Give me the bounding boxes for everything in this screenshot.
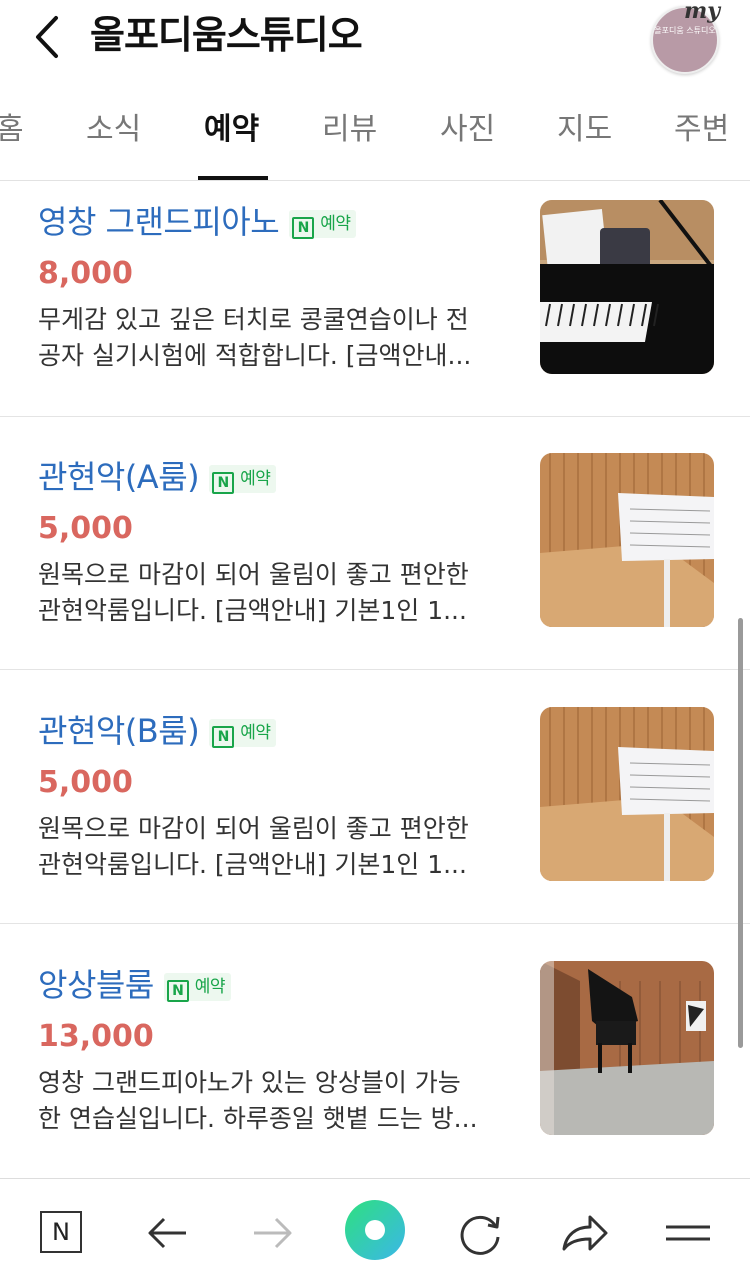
description-line: 무게감 있고 깊은 터치로 콩쿨연습이나 전: [38, 305, 469, 334]
forward-arrow-icon: [254, 1217, 292, 1249]
share-icon[interactable]: [556, 1205, 612, 1261]
back-arrow-icon[interactable]: [140, 1205, 196, 1261]
tab-reviews[interactable]: 리뷰: [322, 110, 377, 150]
item-title-text: 관현악(B룸): [38, 712, 200, 750]
music-stand-room-photo[interactable]: [540, 707, 714, 881]
badge-label: 예약: [320, 214, 351, 234]
item-title-text: 관현악(A룸): [38, 458, 200, 496]
tab-map[interactable]: 지도: [557, 110, 612, 150]
item-description: 무게감 있고 깊은 터치로 콩쿨연습이나 전 공자 실기시험에 적합합니다. […: [38, 302, 508, 374]
item-price: 8,000: [38, 256, 133, 291]
description-line: 관현악룸입니다. [금액안내] 기본1인 1...: [38, 596, 467, 625]
badge-label: 예약: [240, 469, 271, 489]
naver-home-icon[interactable]: N: [40, 1211, 82, 1253]
item-price: 5,000: [38, 511, 133, 546]
my-label[interactable]: my: [684, 0, 720, 24]
logo-text: 올포디움 스튜디오: [654, 26, 716, 35]
top-header: 올포디움스튜디오 올포디움 스튜디오 my: [0, 0, 750, 74]
description-line: 공자 실기시험에 적합합니다. [금액안내...: [38, 341, 472, 370]
description-line: 원목으로 마감이 되어 울림이 좋고 편안한: [38, 814, 469, 843]
back-chevron-icon[interactable]: [26, 12, 76, 62]
naver-n-icon: N: [212, 472, 235, 494]
item-title[interactable]: 영창 그랜드피아노 N 예약: [38, 200, 357, 244]
description-line: 원목으로 마감이 되어 울림이 좋고 편안한: [38, 560, 469, 589]
list-item[interactable]: 영창 그랜드피아노 N 예약 8,000 무게감 있고 깊은 터치로 콩쿨연습이나 …: [0, 200, 750, 417]
tab-reservation[interactable]: 예약: [204, 110, 259, 150]
description-line: 영창 그랜드피아노가 있는 앙상블이 가능: [38, 1068, 461, 1097]
bottom-toolbar: N: [0, 1178, 750, 1281]
music-stand-room-photo[interactable]: [540, 453, 714, 627]
item-description: 원목으로 마감이 되어 울림이 좋고 편안한 관현악룸입니다. [금액안내] 기…: [38, 811, 508, 883]
list-item[interactable]: 관현악(B룸) N 예약 5,000 원목으로 마감이 되어 울림이 좋고 편안한 …: [0, 707, 750, 924]
tab-bar: 홈 소식 예약 리뷰 사진 지도 주변: [0, 90, 750, 181]
menu-icon[interactable]: [660, 1205, 716, 1261]
tab-home[interactable]: 홈: [0, 110, 24, 150]
scrollbar[interactable]: [738, 618, 743, 1048]
badge-label: 예약: [194, 977, 226, 997]
item-title-text: 앙상블룸: [38, 966, 154, 1004]
list-item[interactable]: 앙상블룸 N 예약 13,000 영창 그랜드피아노가 있는 앙상블이 가능 한 연…: [0, 961, 750, 1177]
naver-n-icon: N: [292, 217, 315, 239]
description-line: 한 연습실입니다. 하루종일 햇볕 드는 방...: [38, 1104, 478, 1133]
item-title[interactable]: 관현악(A룸) N 예약: [38, 455, 277, 499]
item-price: 13,000: [38, 1019, 154, 1054]
tab-news[interactable]: 소식: [86, 110, 141, 150]
reservation-badge: N 예약: [289, 210, 357, 239]
refresh-icon[interactable]: [452, 1205, 508, 1261]
item-description: 원목으로 마감이 되어 울림이 좋고 편안한 관현악룸입니다. [금액안내] 기…: [38, 557, 508, 629]
item-price: 5,000: [38, 765, 133, 800]
list-item[interactable]: 관현악(A룸) N 예약 5,000 원목으로 마감이 되어 울림이 좋고 편안한 …: [0, 453, 750, 670]
item-description: 영창 그랜드피아노가 있는 앙상블이 가능 한 연습실입니다. 하루종일 햇볕 …: [38, 1065, 508, 1137]
green-dot-icon[interactable]: [344, 1199, 406, 1261]
item-title[interactable]: 앙상블룸 N 예약: [38, 963, 232, 1007]
reservation-badge: N 예약: [163, 973, 232, 1002]
tab-photos[interactable]: 사진: [440, 110, 495, 150]
grand-piano-photo[interactable]: [540, 200, 714, 374]
naver-n-icon: N: [212, 726, 235, 748]
tab-nearby[interactable]: 주변: [674, 110, 729, 150]
reservation-badge: N 예약: [209, 465, 277, 494]
description-line: 관현악룸입니다. [금액안내] 기본1인 1...: [38, 850, 467, 879]
item-title-text: 영창 그랜드피아노: [38, 203, 280, 241]
active-tab-indicator: [198, 176, 268, 180]
page-title: 올포디움스튜디오: [90, 13, 363, 57]
naver-n-icon: N: [166, 980, 189, 1002]
reservation-badge: N 예약: [209, 719, 277, 748]
item-title[interactable]: 관현악(B룸) N 예약: [38, 709, 277, 753]
ensemble-room-photo[interactable]: [540, 961, 714, 1135]
badge-label: 예약: [240, 723, 271, 743]
